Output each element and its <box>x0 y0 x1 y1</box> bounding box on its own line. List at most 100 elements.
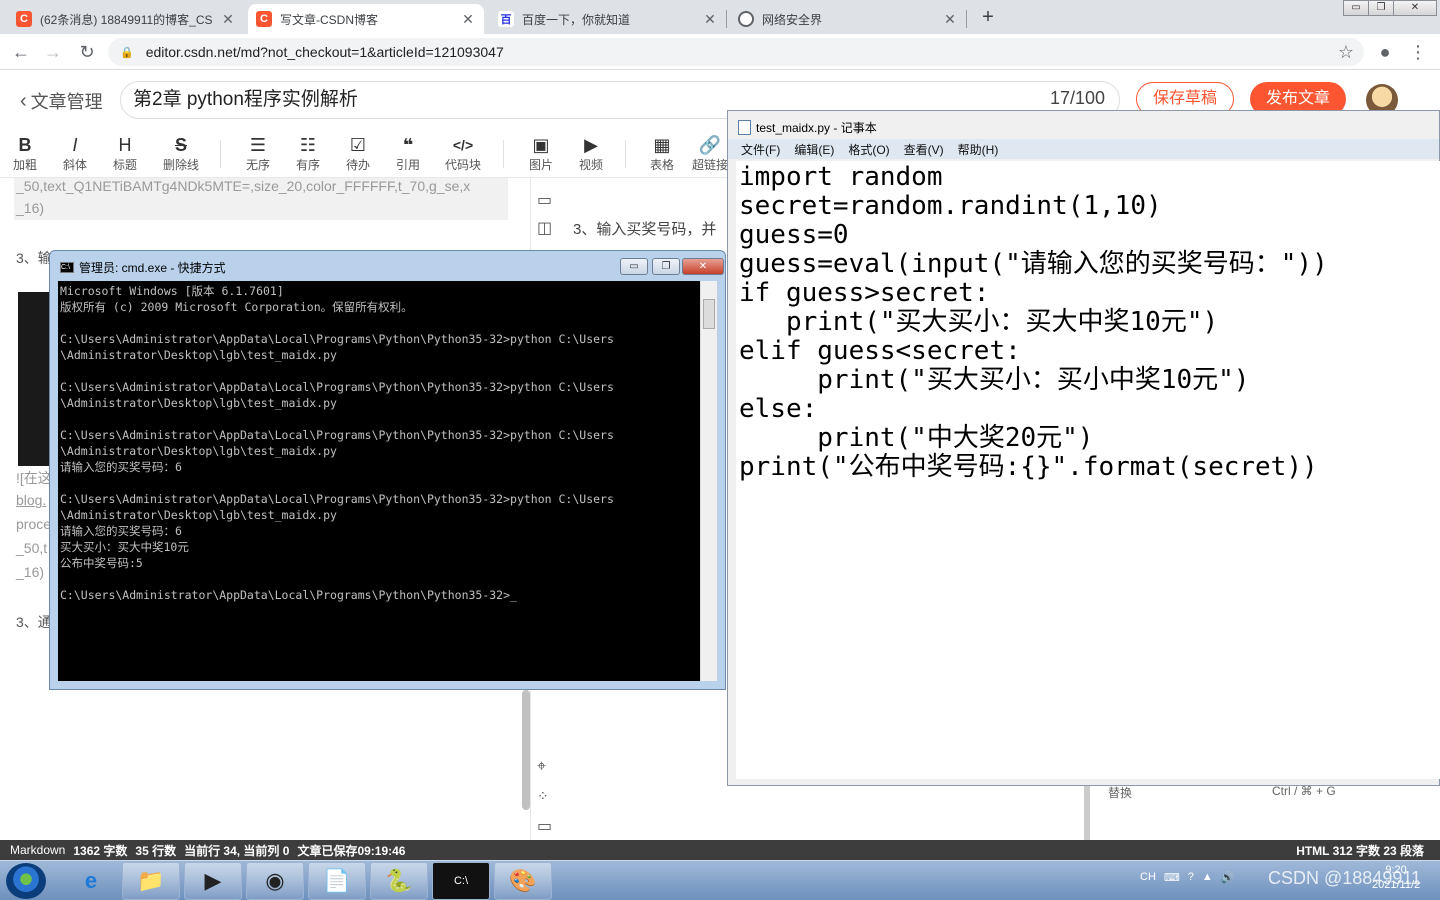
tab-title: 写文章-CSDN博客 <box>280 12 378 27</box>
replace-shortcut: Ctrl / ⌘ + G <box>1272 784 1336 798</box>
cmd-console-output[interactable]: Microsoft Windows [版本 6.1.7601] 版权所有 (c)… <box>58 281 700 681</box>
tab-divider <box>966 10 967 28</box>
menu-dots-icon[interactable]: ⋮ <box>1407 41 1429 63</box>
maximize-button[interactable]: ❐ <box>1368 0 1394 16</box>
csdn-icon: C <box>16 11 32 27</box>
forward-arrow-icon[interactable]: → <box>42 41 64 63</box>
image-button[interactable]: ▣ 图片 <box>518 134 564 173</box>
new-tab-button[interactable]: + <box>978 6 998 28</box>
baidu-icon: 百 <box>498 11 514 27</box>
editor-line: _16) <box>16 200 45 216</box>
back-arrow-icon[interactable]: ← <box>10 41 32 63</box>
editor-status-bar: Markdown 1362 字数 35 行数 当前行 34, 当前列 0 文章已… <box>0 840 1440 860</box>
notepad-titlebar: test_maidx.py - 记事本 <box>738 119 877 136</box>
tab-baidu[interactable]: 百 百度一下，你就知道 ✕ <box>490 4 726 34</box>
toolbar-label: 代码块 <box>444 158 481 172</box>
tab-csdn-blog[interactable]: C (62条消息) 18849911的博客_CS ✕ <box>8 4 244 34</box>
code-block-button[interactable]: </> 代码块 <box>440 134 486 173</box>
menu-view[interactable]: 查看(V) <box>904 141 944 158</box>
toolbar-label: 表格 <box>649 158 674 172</box>
toolbar-divider <box>220 140 221 168</box>
unordered-list-button[interactable]: ☰ 无序 <box>235 134 281 173</box>
italic-button[interactable]: I 斜体 <box>52 134 98 173</box>
notepad-taskbar-icon[interactable]: 📄 <box>308 862 366 900</box>
target-icon[interactable]: ⌖ <box>537 758 546 776</box>
quote-icon: ❝ <box>402 135 414 155</box>
globe-icon <box>738 11 754 27</box>
scroll-thumb[interactable] <box>703 299 715 329</box>
menu-format[interactable]: 格式(O) <box>848 141 889 158</box>
menu-help[interactable]: 帮助(H) <box>958 141 999 158</box>
tab-title: 网络安全界 <box>762 12 823 27</box>
ie-icon[interactable]: e <box>62 862 120 900</box>
media-player-icon[interactable]: ▶ <box>184 862 242 900</box>
start-button[interactable] <box>6 863 46 899</box>
notepad-title-text: test_maidx.py - 记事本 <box>756 121 877 135</box>
csdn-icon: C <box>256 11 272 27</box>
video-button[interactable]: ▶ 视频 <box>568 134 614 173</box>
cmd-icon: C:\ <box>60 262 74 273</box>
ordered-list-button[interactable]: ☷ 有序 <box>285 134 331 173</box>
cmd-close-button[interactable]: ✕ <box>682 258 724 275</box>
close-icon[interactable]: ✕ <box>220 11 236 28</box>
layout-icon[interactable]: ▭ <box>537 190 552 210</box>
status-html-stats: HTML 312 字数 23 段落 <box>1296 844 1424 858</box>
article-manage-link[interactable]: ‹ 文章管理 <box>20 88 103 114</box>
paint-icon[interactable]: 🎨 <box>494 862 552 900</box>
keyboard-icon[interactable]: ⌨ <box>1164 871 1180 884</box>
cmd-taskbar-icon[interactable]: C:\ <box>432 862 490 900</box>
shortcut-panel <box>1084 786 1440 840</box>
language-indicator[interactable]: CH <box>1140 871 1156 884</box>
directory-icon[interactable]: ⁘ <box>537 788 549 805</box>
title-char-count: 17/100 <box>1050 88 1106 108</box>
markdown-toolbar: B 加粗 I 斜体 H 标题 S 删除线 ☰ 无序 ☷ 有序 ☑ 待办 ❝ 引用 </> 代码块 … <box>0 128 730 178</box>
close-window-button[interactable]: ✕ <box>1393 0 1437 16</box>
bookmark-star-icon[interactable]: ☆ <box>1335 41 1357 63</box>
editor-scrollbar[interactable] <box>522 690 530 810</box>
address-bar[interactable]: 🔒 editor.csdn.net/md?not_checkout=1&arti… <box>108 38 1364 66</box>
split-view-icon[interactable]: ◫ <box>537 218 552 238</box>
preview-toggle-icon[interactable]: ▭ <box>537 816 552 836</box>
bold-button[interactable]: B 加粗 <box>2 134 48 173</box>
image-icon: ▣ <box>532 135 550 155</box>
close-icon[interactable]: ✕ <box>460 11 476 28</box>
heading-button[interactable]: H 标题 <box>102 134 148 173</box>
toolbar-label: 超链接 <box>691 158 728 172</box>
close-icon[interactable]: ✕ <box>702 11 718 28</box>
menu-file[interactable]: 文件(F) <box>741 141 780 158</box>
volume-icon[interactable]: 🔊 <box>1221 871 1235 884</box>
watermark: CSDN @18849911 <box>1268 868 1422 888</box>
toolbar-label: 待办 <box>345 158 370 172</box>
minimize-button[interactable]: ▭ <box>1343 0 1369 16</box>
editor-heading: 3、通 <box>16 614 52 630</box>
menu-edit[interactable]: 编辑(E) <box>794 141 834 158</box>
help-icon[interactable]: ? <box>1188 871 1194 884</box>
strikethrough-button[interactable]: S 删除线 <box>158 134 204 173</box>
quote-button[interactable]: ❝ 引用 <box>385 134 431 173</box>
status-saved: 文章已保存09:19:46 <box>297 843 406 858</box>
notepad-window[interactable]: test_maidx.py - 记事本 文件(F) 编辑(E) 格式(O) 查看… <box>727 110 1440 786</box>
code-icon: </> <box>452 137 474 153</box>
cmd-minimize-button[interactable]: ▭ <box>620 258 648 275</box>
tray-expand-icon[interactable]: ▲ <box>1202 871 1213 884</box>
preview-text: 3、输入买奖号码，并 <box>573 221 717 238</box>
editor-line: _50,t <box>16 540 48 556</box>
cmd-window[interactable]: C:\ 管理员: cmd.exe - 快捷方式 ▭ ❐ ✕ Microsoft … <box>49 250 726 690</box>
close-icon[interactable]: ✕ <box>942 11 958 28</box>
tab-security[interactable]: 网络安全界 ✕ <box>730 4 966 34</box>
reload-icon[interactable]: ↻ <box>76 41 98 63</box>
notepad-icon <box>738 120 751 135</box>
notepad-text-area[interactable]: import random secret=random.randint(1,10… <box>736 161 1440 779</box>
todo-button[interactable]: ☑ 待办 <box>335 134 381 173</box>
profile-icon[interactable]: ● <box>1374 41 1396 63</box>
python-icon[interactable]: 🐍 <box>370 862 428 900</box>
cmd-scrollbar[interactable] <box>700 281 717 681</box>
table-button[interactable]: ▦ 表格 <box>639 134 685 173</box>
chrome-icon[interactable]: ◉ <box>246 862 304 900</box>
link-button[interactable]: 🔗 超链接 <box>690 134 730 173</box>
cmd-title-text: 管理员: cmd.exe - 快捷方式 <box>79 261 226 275</box>
back-label: 文章管理 <box>30 92 103 112</box>
cmd-maximize-button[interactable]: ❐ <box>652 258 680 275</box>
explorer-icon[interactable]: 📁 <box>122 862 180 900</box>
tab-write-article[interactable]: C 写文章-CSDN博客 ✕ <box>248 4 484 34</box>
